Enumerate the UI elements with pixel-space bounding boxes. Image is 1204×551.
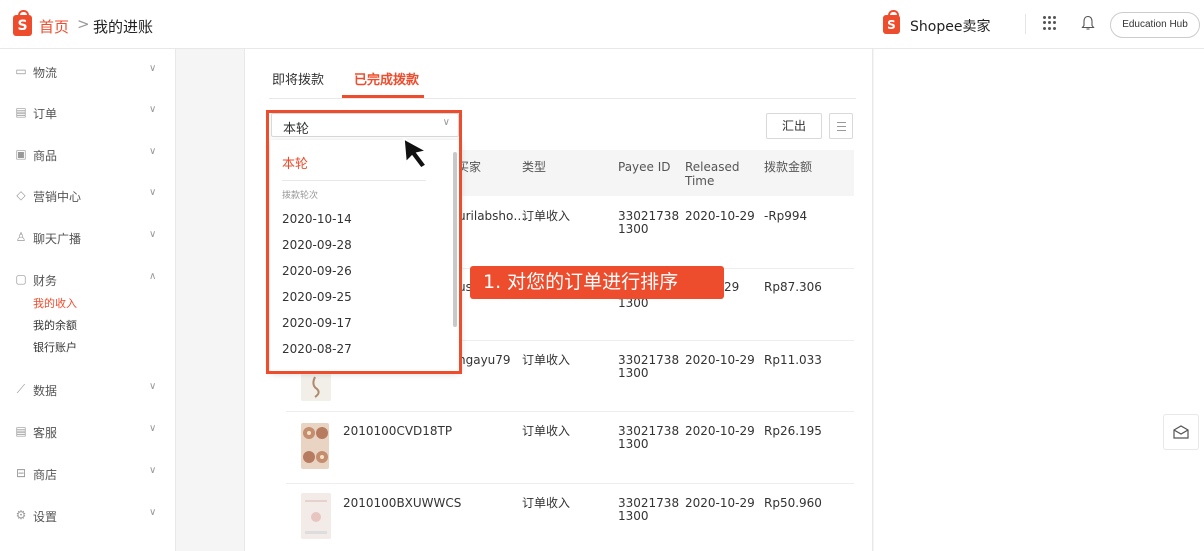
amount-cell: -Rp994 <box>764 209 808 223</box>
breadcrumb-home-link[interactable]: 首页 <box>39 16 69 37</box>
shopee-logo-icon[interactable]: S <box>13 10 32 36</box>
annotation-callout: 1. 对您的订单进行排序 <box>470 266 724 299</box>
row-divider <box>286 411 854 412</box>
wallet-icon: ▢ <box>15 272 27 286</box>
payee-id-cell-suffix: 1300 <box>618 222 649 236</box>
brand-name: Shopee卖家 <box>910 19 991 35</box>
sidebar-subitem-my-balance[interactable]: 我的余额 <box>33 317 77 333</box>
amount-cell: Rp11.033 <box>764 353 822 367</box>
sidebar-item-customer-service[interactable]: ▤ 客服 ∨ <box>0 420 176 444</box>
order-icon: ▤ <box>15 105 27 119</box>
sidebar-item-label: 财务 <box>33 274 58 288</box>
shop-icon: ⊟ <box>15 466 27 480</box>
sidebar-item-label: 聊天广播 <box>33 232 82 246</box>
sidebar-item-logistics[interactable]: ▭ 物流 ∨ <box>0 60 176 84</box>
amount-cell: Rp87.306 <box>764 280 822 294</box>
column-header-payee-id[interactable]: Payee ID <box>618 160 671 174</box>
payee-id-cell-suffix: 1300 <box>618 366 649 380</box>
payee-id-cell-suffix: 1300 <box>618 437 649 451</box>
sidebar-item-products[interactable]: ▣ 商品 ∨ <box>0 143 176 167</box>
chevron-down-icon: ∨ <box>149 63 157 74</box>
bell-icon[interactable] <box>1081 15 1095 31</box>
brand-logo-icon: S <box>883 10 900 34</box>
sidebar-item-shop[interactable]: ⊟ 商店 ∨ <box>0 462 176 486</box>
chevron-down-icon: ∨ <box>149 507 157 518</box>
sidebar-item-orders[interactable]: ▤ 订单 ∨ <box>0 101 176 125</box>
tabs-divider <box>269 98 856 99</box>
highlight-frame <box>266 110 462 374</box>
tab-upcoming-payout[interactable]: 即将拨款 <box>272 69 324 99</box>
released-time-cell: 2020-10-29 <box>685 424 755 438</box>
chevron-down-icon: ∨ <box>149 104 157 115</box>
education-hub-button[interactable]: Education Hub <box>1110 12 1200 38</box>
breadcrumb-separator: > <box>77 15 90 33</box>
sidebar-item-finance[interactable]: ▢ 财务 ∧ <box>0 268 176 292</box>
type-cell: 订单收入 <box>522 353 571 367</box>
sidebar: ▭ 物流 ∨ ▤ 订单 ∨ ▣ 商品 ∨ ◇ 营销中心 ∨ ♙ 聊天广播 ∨ ▢… <box>0 49 176 551</box>
sidebar-item-label: 物流 <box>33 66 58 80</box>
chevron-up-icon: ∧ <box>149 271 157 282</box>
type-cell: 订单收入 <box>522 209 571 223</box>
sidebar-item-label: 商品 <box>33 149 58 163</box>
chevron-down-icon: ∨ <box>149 229 157 240</box>
broadcast-icon: ♙ <box>15 230 27 244</box>
amount-cell: Rp50.960 <box>764 496 822 510</box>
sidebar-item-data[interactable]: ⟋ 数据 ∨ <box>0 378 176 402</box>
cursor-arrow-icon <box>403 137 429 169</box>
chevron-down-icon: ∨ <box>149 423 157 434</box>
released-time-cell: 2020-10-29 <box>685 353 755 367</box>
buyer-cell: ngayu79 <box>458 353 511 367</box>
product-icon: ▣ <box>15 147 27 161</box>
column-header-released-time[interactable]: Released Time <box>685 160 745 188</box>
order-id-cell[interactable]: 2010100CVD18TP <box>343 425 452 438</box>
column-header-amount[interactable]: 拨款金额 <box>764 160 812 174</box>
chevron-down-icon: ∨ <box>149 187 157 198</box>
export-button[interactable]: 汇出 <box>766 113 822 139</box>
top-header: S 首页 > 我的进账 S Shopee卖家 Education Hub <box>0 0 1204 49</box>
chevron-down-icon: ∨ <box>149 381 157 392</box>
apps-grid-icon[interactable] <box>1043 16 1057 30</box>
sidebar-item-label: 营销中心 <box>33 190 82 204</box>
row-divider <box>286 483 854 484</box>
page-title: 我的进账 <box>93 18 154 36</box>
buyer-cell: urilabsho… <box>458 209 526 223</box>
mail-icon[interactable] <box>1163 414 1199 450</box>
sidebar-item-label: 客服 <box>33 426 58 440</box>
payee-id-cell-suffix: 1300 <box>618 509 649 523</box>
chevron-down-icon: ∨ <box>149 146 157 157</box>
chevron-down-icon: ∨ <box>149 465 157 476</box>
sidebar-item-label: 订单 <box>33 107 58 121</box>
released-time-cell: 2020-10-29 <box>685 209 755 223</box>
sidebar-item-chat-broadcast[interactable]: ♙ 聊天广播 ∨ <box>0 226 176 250</box>
order-id-cell[interactable]: 2010100BXUWWCS <box>343 497 461 510</box>
tag-icon: ◇ <box>16 188 26 202</box>
sidebar-subitem-bank-account[interactable]: 银行账户 <box>33 339 77 355</box>
header-divider <box>1025 14 1026 34</box>
column-menu-button[interactable] <box>829 113 853 139</box>
type-cell: 订单收入 <box>522 496 571 510</box>
product-thumbnail[interactable] <box>301 493 331 539</box>
column-header-type[interactable]: 类型 <box>522 160 546 174</box>
service-icon: ▤ <box>15 424 27 438</box>
settings-icon: ⚙ <box>15 508 27 522</box>
sidebar-item-label: 设置 <box>33 510 58 524</box>
sidebar-item-label: 商店 <box>33 468 58 482</box>
product-thumbnail[interactable] <box>301 423 329 469</box>
product-thumbnail[interactable] <box>301 371 331 401</box>
released-time-cell: 2020-10-29 <box>685 496 755 510</box>
sidebar-item-marketing[interactable]: ◇ 营销中心 ∨ <box>0 184 176 208</box>
sidebar-subitem-my-income[interactable]: 我的收入 <box>33 295 77 311</box>
chart-icon: ⟋ <box>16 382 26 396</box>
type-cell: 订单收入 <box>522 424 571 438</box>
released-time-cell: 29 <box>724 280 740 294</box>
right-panel <box>874 49 1204 551</box>
sidebar-item-label: 数据 <box>33 384 58 398</box>
sidebar-item-settings[interactable]: ⚙ 设置 ∨ <box>0 504 176 528</box>
amount-cell: Rp26.195 <box>764 424 822 438</box>
truck-icon: ▭ <box>15 64 27 78</box>
